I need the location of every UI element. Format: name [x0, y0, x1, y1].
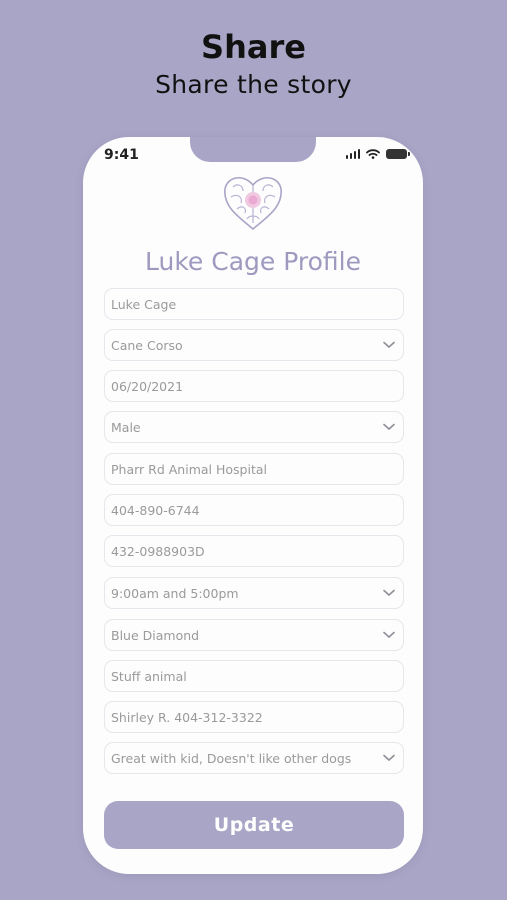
promo-title: Share — [201, 28, 306, 66]
field-value: 06/20/2021 — [111, 378, 184, 394]
phone-notch — [190, 137, 316, 162]
heart-brain-logo-icon — [224, 177, 282, 231]
field-value: Luke Cage — [111, 296, 177, 312]
text-field[interactable]: 06/20/2021 — [104, 370, 404, 402]
text-field[interactable]: Luke Cage — [104, 288, 404, 320]
text-field[interactable]: Shirley R. 404-312-3322 — [104, 701, 404, 733]
select-field[interactable]: Blue Diamond — [104, 619, 404, 651]
text-field[interactable]: Pharr Rd Animal Hospital — [104, 453, 404, 485]
text-field[interactable]: Stuff animal — [104, 660, 404, 692]
signal-icon — [345, 149, 360, 159]
status-time: 9:41 — [104, 147, 139, 163]
chevron-down-icon[interactable] — [383, 754, 395, 762]
field-value: 9:00am and 5:00pm — [111, 585, 239, 601]
field-value: Shirley R. 404-312-3322 — [111, 709, 263, 725]
chevron-down-icon[interactable] — [383, 341, 395, 349]
select-field[interactable]: Great with kid, Doesn't like other dogs — [104, 742, 404, 774]
field-value: Stuff animal — [111, 668, 187, 684]
promo-subtitle: Share the story — [155, 70, 352, 99]
select-field[interactable]: Male — [104, 411, 404, 443]
field-value: 432-0988903D — [111, 543, 205, 559]
phone-frame: 9:41 Luke Cage Profile Luke Cage Cane Cor… — [83, 137, 423, 874]
chevron-down-icon[interactable] — [383, 631, 395, 639]
wifi-icon — [366, 149, 380, 159]
field-value: Blue Diamond — [111, 627, 200, 643]
field-value: Male — [111, 419, 141, 435]
select-field[interactable]: 9:00am and 5:00pm — [104, 577, 404, 609]
chevron-down-icon[interactable] — [383, 589, 395, 597]
field-value: Cane Corso — [111, 337, 183, 353]
chevron-down-icon[interactable] — [383, 423, 395, 431]
battery-icon — [386, 149, 410, 159]
field-value: Great with kid, Doesn't like other dogs — [111, 750, 352, 766]
text-field[interactable]: 404-890-6744 — [104, 494, 404, 526]
field-value: Pharr Rd Animal Hospital — [111, 461, 267, 477]
status-icons — [345, 149, 410, 159]
profile-title: Luke Cage Profile — [145, 247, 361, 276]
select-field[interactable]: Cane Corso — [104, 329, 404, 361]
text-field[interactable]: 432-0988903D — [104, 535, 404, 567]
field-value: 404-890-6744 — [111, 502, 200, 518]
update-button[interactable]: Update — [104, 801, 404, 849]
